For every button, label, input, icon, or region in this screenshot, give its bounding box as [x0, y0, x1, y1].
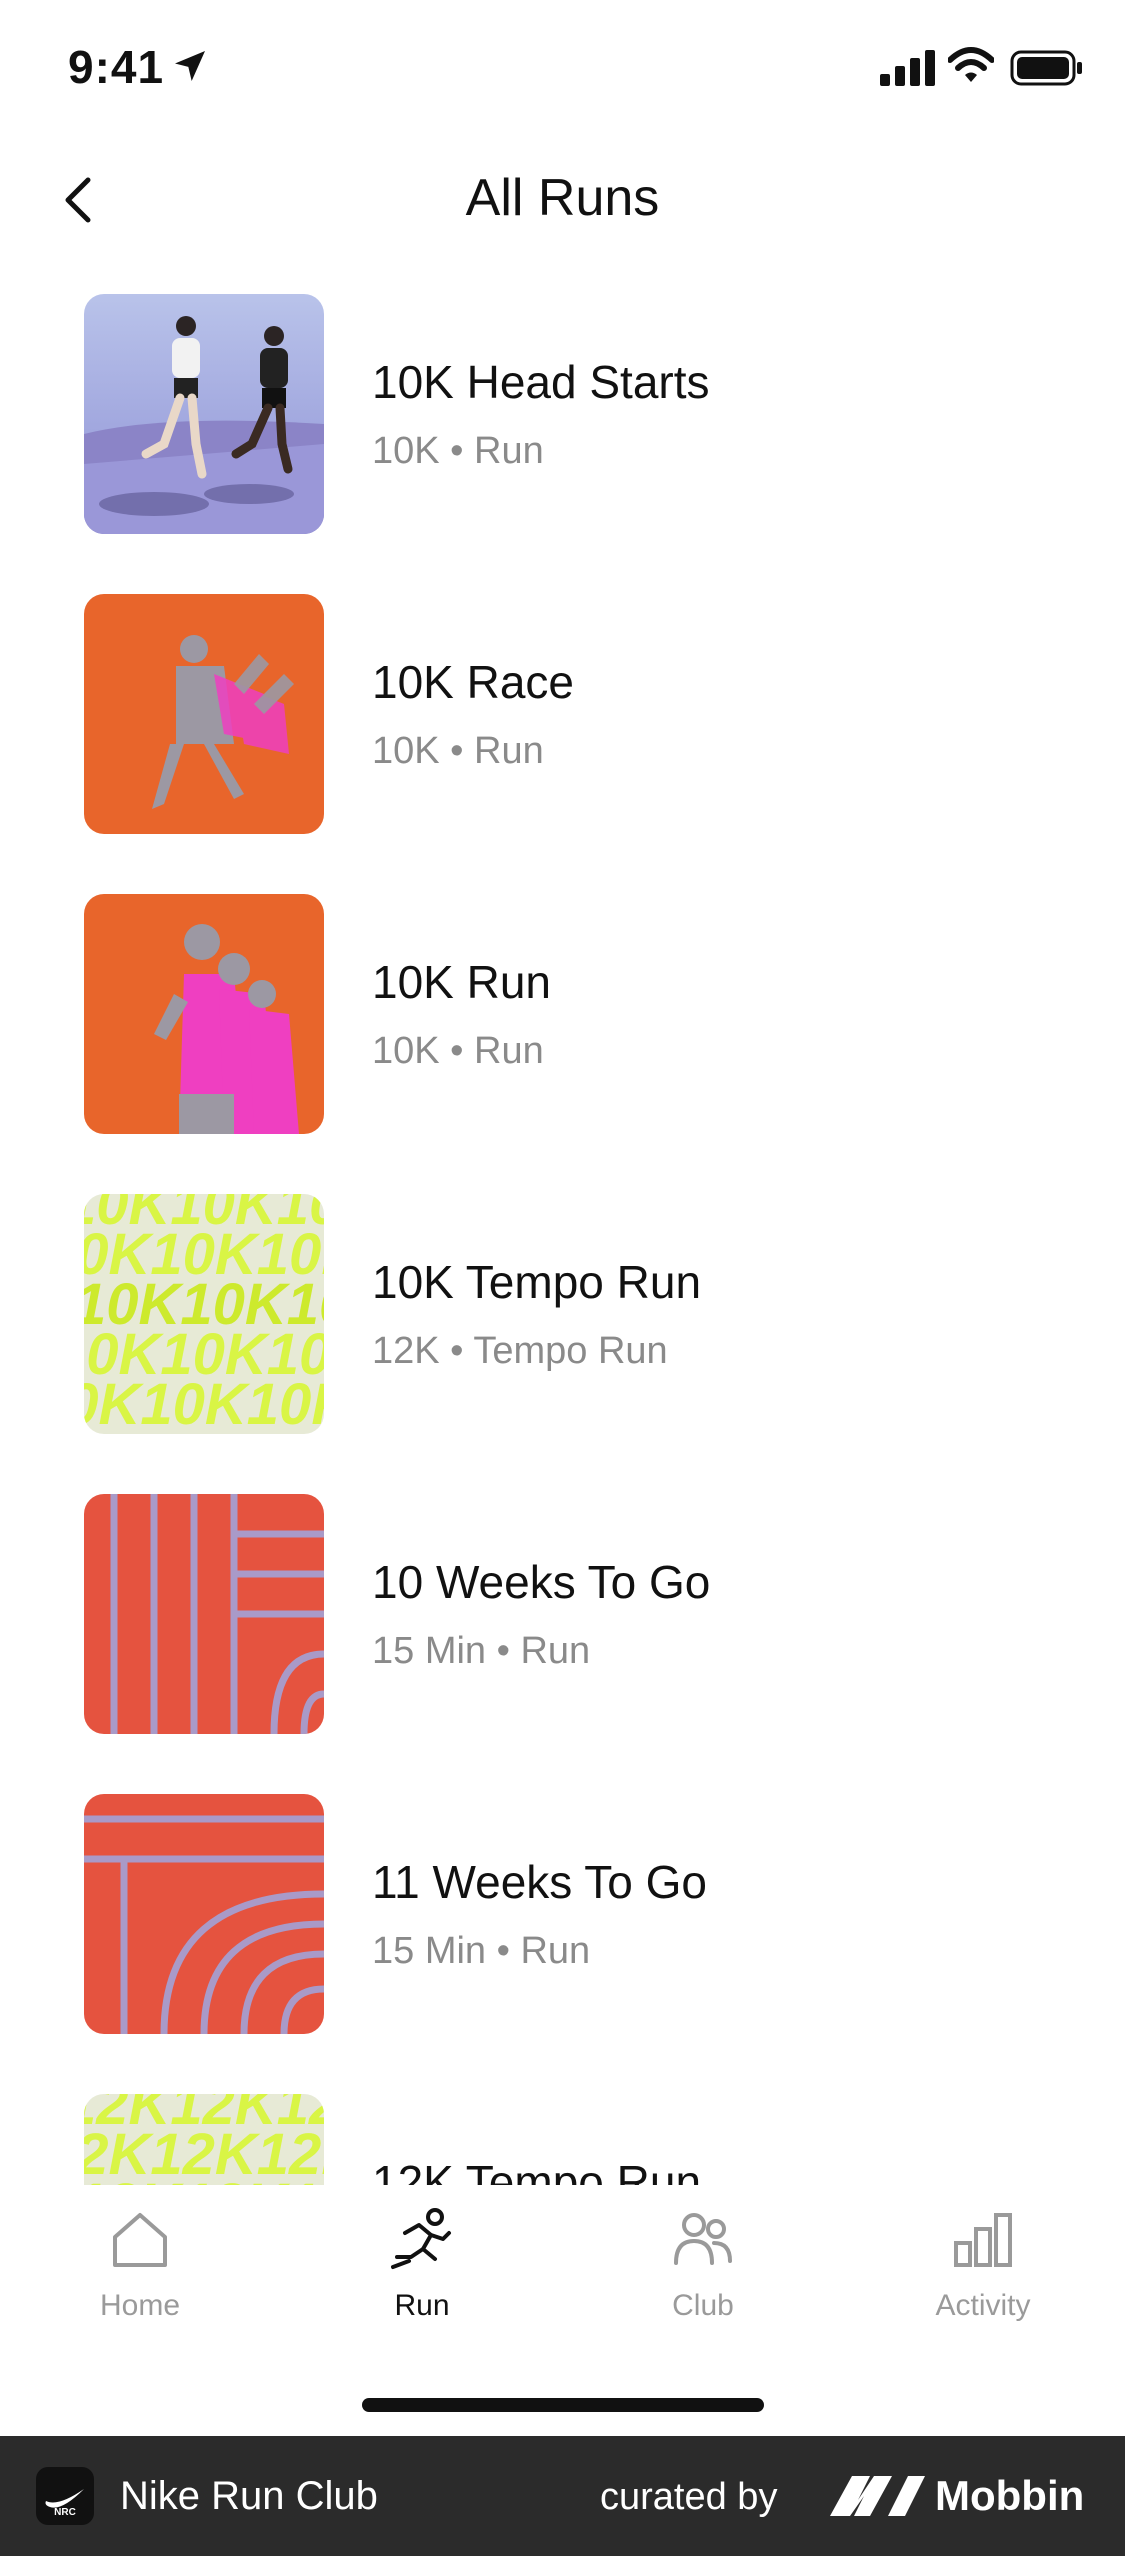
run-subtitle: 10K • Run	[372, 730, 544, 772]
run-thumbnail-yellow-12k-pattern: 12K12K12K 12K12K12K 12K12K12K	[84, 2094, 324, 2185]
run-title: 11 Weeks To Go	[372, 1856, 707, 1908]
bar-chart-icon	[954, 2213, 1012, 2267]
run-subtitle: 10K • Run	[372, 430, 544, 472]
app-logo-icon: NRC	[36, 2467, 94, 2525]
run-thumbnail-orange-runner	[84, 594, 324, 834]
run-thumbnail-yellow-10k-pattern: 10K10K10K 10K10K10K 10K10K10K 10K10K10K …	[84, 1194, 324, 1434]
curated-by-label: curated by	[600, 2476, 778, 2518]
tab-label: Club	[672, 2289, 734, 2322]
svg-text:10K10K10K: 10K10K10K	[84, 1372, 324, 1434]
svg-text:NRC: NRC	[54, 2507, 76, 2518]
run-thumbnail-red-track-lines	[84, 1494, 324, 1734]
tab-label: Run	[394, 2289, 450, 2322]
tab-run[interactable]: Run	[322, 2205, 522, 2345]
run-title: 12K Tempo Run	[372, 2156, 702, 2185]
run-item[interactable]: 10K Run 10K • Run	[0, 860, 1125, 1160]
mobbin-logo-icon	[830, 2476, 925, 2516]
run-item[interactable]: 10 Weeks To Go 15 Min • Run	[0, 1460, 1125, 1760]
location-arrow-icon	[175, 51, 205, 81]
run-item[interactable]: 10K Head Starts 10K • Run	[0, 260, 1125, 560]
status-bar: 9:41	[0, 0, 1125, 140]
run-thumbnail-orange-runner-pink	[84, 894, 324, 1134]
runs-list[interactable]: 10K Head Starts 10K • Run 10K Race 10K •…	[0, 260, 1125, 2185]
mobbin-brand: Mobbin	[935, 2472, 1085, 2519]
run-subtitle: 15 Min • Run	[372, 1630, 591, 1672]
tab-activity[interactable]: Activity	[883, 2205, 1083, 2345]
home-indicator	[362, 2398, 764, 2412]
footer-bar: NRC Nike Run Club curated by Mobbin	[0, 2436, 1125, 2556]
run-subtitle: 15 Min • Run	[372, 1930, 591, 1972]
run-item[interactable]: 10K10K10K 10K10K10K 10K10K10K 10K10K10K …	[0, 1160, 1125, 1460]
battery-icon	[1010, 50, 1082, 86]
navigation-bar: All Runs	[0, 140, 1125, 260]
run-title: 10K Run	[372, 956, 552, 1008]
run-title: 10 Weeks To Go	[372, 1556, 711, 1608]
home-icon	[113, 2213, 167, 2267]
people-icon	[674, 2213, 732, 2265]
cellular-signal-icon	[880, 50, 935, 86]
run-subtitle: 12K • Tempo Run	[372, 1330, 668, 1372]
tab-club[interactable]: Club	[603, 2205, 803, 2345]
run-title: 10K Race	[372, 656, 575, 708]
run-title: 10K Tempo Run	[372, 1256, 702, 1308]
page-title: All Runs	[465, 169, 660, 227]
run-item[interactable]: 11 Weeks To Go 15 Min • Run	[0, 1760, 1125, 2060]
run-item[interactable]: 10K Race 10K • Run	[0, 560, 1125, 860]
run-thumbnail-runners-photo	[84, 294, 324, 534]
tab-home[interactable]: Home	[40, 2205, 240, 2345]
runner-icon	[391, 2208, 451, 2269]
status-time: 9:41	[68, 41, 165, 93]
run-thumbnail-red-track-curves	[84, 1794, 324, 2034]
run-item[interactable]: 12K12K12K 12K12K12K 12K12K12K 12K Tempo …	[0, 2060, 1125, 2185]
run-title: 10K Head Starts	[372, 356, 710, 408]
tab-label: Home	[99, 2289, 181, 2322]
svg-text:12K12K12K: 12K12K12K	[84, 2172, 324, 2185]
wifi-icon	[948, 47, 994, 82]
run-subtitle: 10K • Run	[372, 1030, 544, 1072]
app-name: Nike Run Club	[120, 2474, 378, 2518]
tab-label: Activity	[935, 2289, 1031, 2322]
